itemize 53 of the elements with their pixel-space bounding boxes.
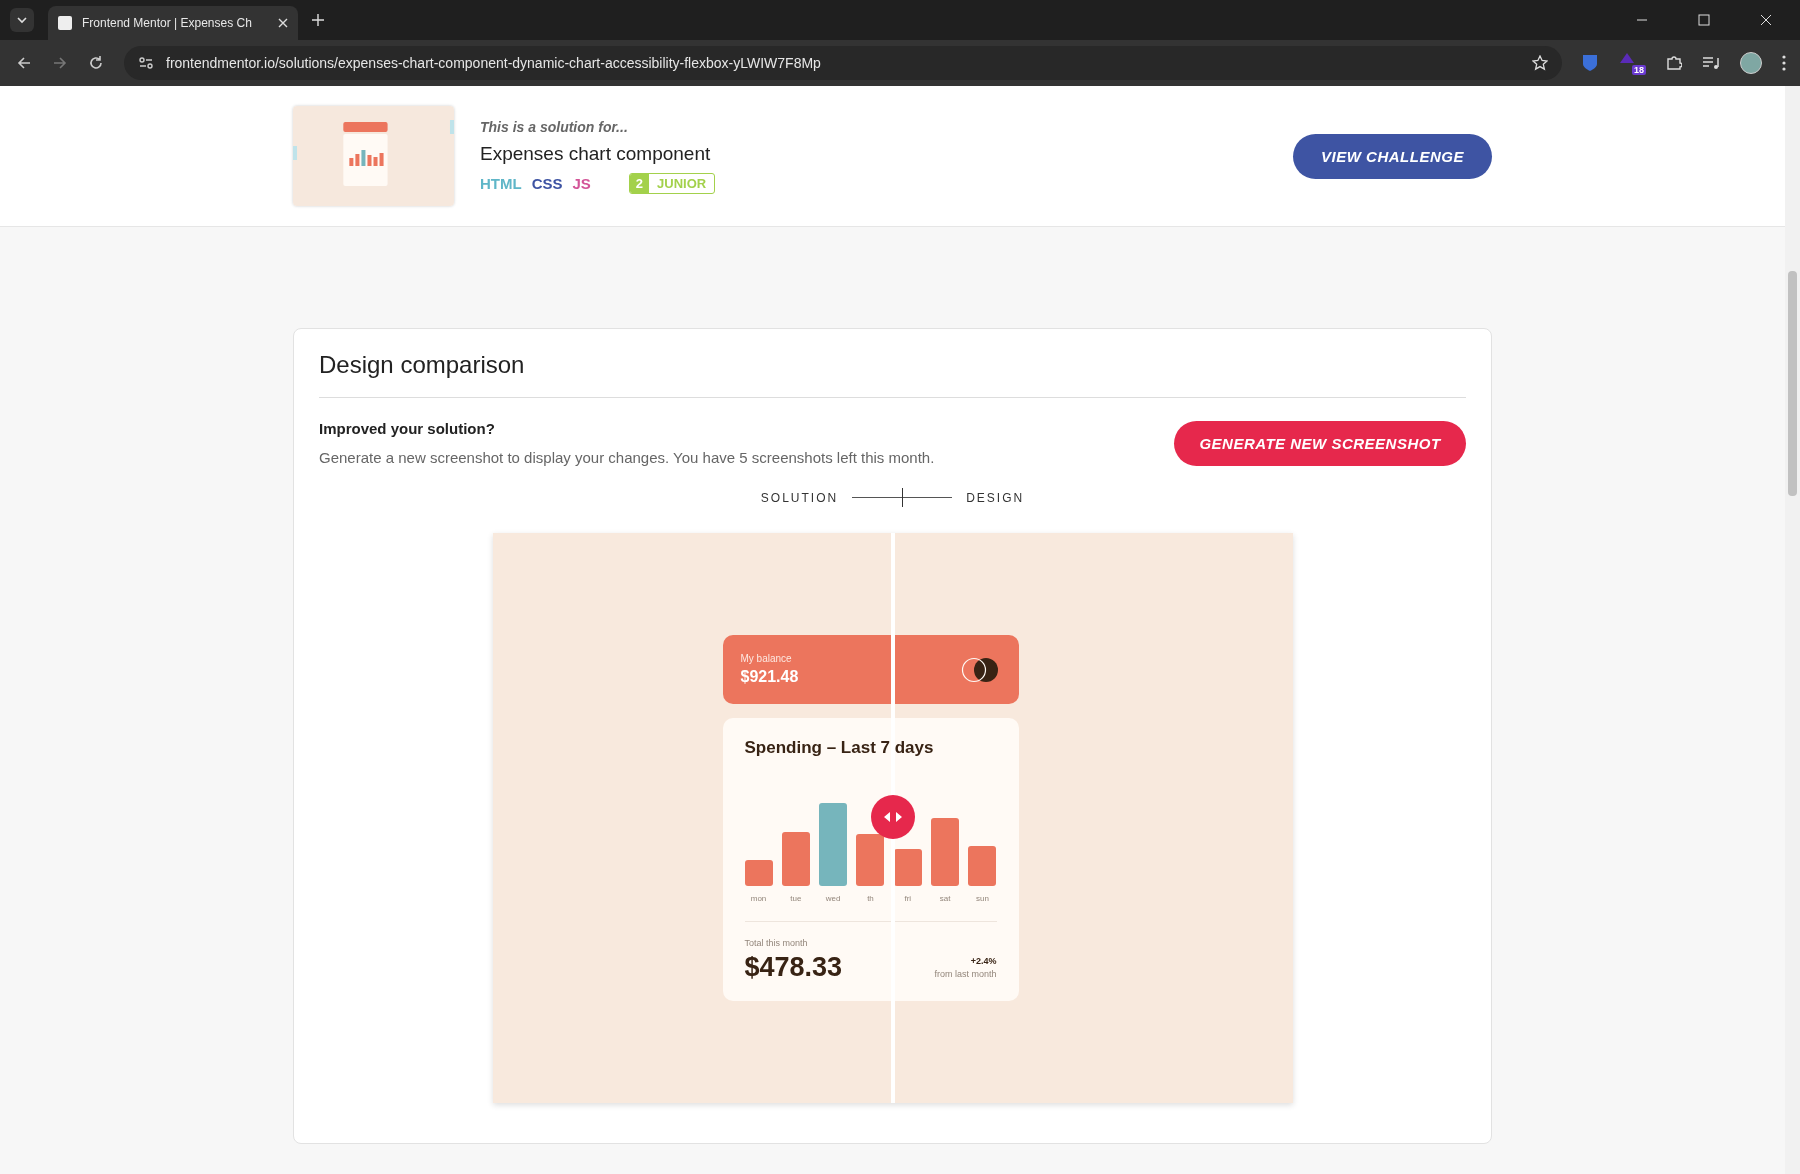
profile-avatar[interactable]	[1740, 52, 1762, 74]
shield-icon[interactable]	[1582, 54, 1598, 72]
spending-title: Spending – Last 7 days	[744, 738, 935, 758]
day-label: sun	[976, 894, 989, 903]
favicon-icon	[58, 16, 72, 30]
url-text: frontendmentor.io/solutions/expenses-chart-component-dynamic-chart-accessibility-flexbox-yLWIW7F8Mp	[166, 55, 821, 71]
caret-icon	[16, 14, 28, 26]
site-settings-icon[interactable]	[138, 56, 154, 70]
forward-icon[interactable]	[52, 55, 68, 71]
extension-badge: 18	[1632, 65, 1646, 75]
challenge-title: Expenses chart component	[480, 142, 712, 165]
new-tab-icon[interactable]	[312, 14, 324, 26]
section-title: Design comparison	[319, 351, 526, 379]
drag-handle-icon[interactable]	[870, 795, 915, 839]
day-label: fri	[904, 894, 912, 903]
total-amount: $478.33	[744, 952, 843, 983]
prompt-heading: Improved your solution?	[319, 420, 496, 437]
media-icon[interactable]	[1702, 56, 1720, 70]
close-icon[interactable]	[278, 18, 288, 28]
day-label: th	[867, 894, 874, 903]
balance-amount: $921.48	[740, 668, 799, 686]
day-label: sat	[939, 894, 951, 903]
solution-kicker: This is a solution for...	[480, 118, 629, 135]
day-label: mon	[750, 894, 767, 903]
change-label: from last month	[934, 969, 997, 979]
circles-logo-icon	[960, 656, 999, 683]
day-label: tue	[790, 894, 802, 903]
puzzle-icon[interactable]	[1666, 55, 1682, 71]
screenshot-note: Generate a new screenshot to display your changes. You have 5 screenshots left this month.	[319, 449, 936, 466]
solution-label: SOLUTION	[760, 490, 839, 505]
star-icon[interactable]	[1532, 55, 1548, 71]
language-tag: JS	[572, 174, 591, 192]
day-label: wed	[825, 894, 841, 903]
reload-icon[interactable]	[88, 55, 104, 71]
total-label: Total this month	[744, 938, 809, 948]
back-icon[interactable]	[16, 55, 32, 71]
balance-label: My balance	[740, 653, 793, 664]
address-bar[interactable]: frontendmentor.io/solutions/expenses-chart-component-dynamic-chart-accessibility-flexbox-yLWIW7F8Mp	[124, 46, 1562, 80]
change-value: +2.4%	[970, 956, 997, 966]
menu-icon[interactable]	[1782, 55, 1786, 71]
tab-title: Frontend Mentor | Expenses Ch	[82, 16, 253, 30]
close-icon[interactable]	[1760, 14, 1772, 26]
design-label: DESIGN	[966, 490, 1025, 505]
view-challenge-button[interactable]: VIEW CHALLENGE	[1293, 133, 1492, 179]
scrollbar[interactable]	[1785, 86, 1800, 1174]
language-tag: HTML	[480, 174, 522, 192]
maximize-icon[interactable]	[1698, 14, 1710, 26]
level-number: 2	[629, 173, 650, 193]
browser-tab[interactable]: Frontend Mentor | Expenses Ch	[48, 6, 298, 40]
language-tag: CSS	[531, 174, 563, 192]
tab-list-button[interactable]	[10, 8, 34, 32]
level-label: JUNIOR	[656, 174, 708, 193]
generate-screenshot-button[interactable]: GENERATE NEW SCREENSHOT	[1174, 420, 1466, 466]
